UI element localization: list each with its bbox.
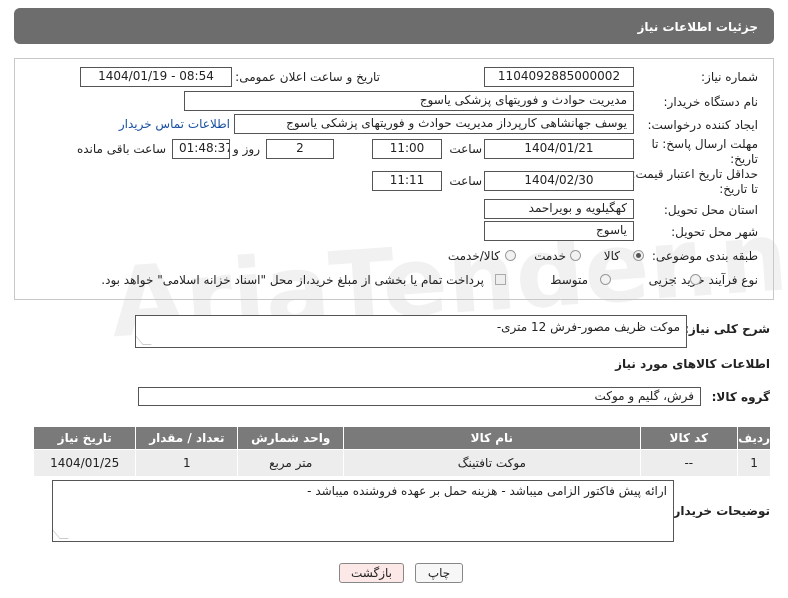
price-validity-time-label: ساعت [449, 174, 482, 188]
price-validity-label: حداقل تاریخ اعتبار قیمت: تا تاریخ: [631, 167, 758, 196]
delivery-city-label: شهر محل تحویل: [671, 225, 758, 239]
column-header-item-code: کد کالا [639, 426, 739, 450]
description-text: موکت ظریف مصور-فرش 12 متری- [496, 320, 680, 334]
table-cell-item-code: -- [639, 449, 739, 477]
table-cell-quantity: 1 [135, 449, 239, 477]
treasury-payment-note: پرداخت تمام یا بخشی از مبلغ خرید،از محل … [101, 273, 484, 287]
category-radio-goods[interactable] [633, 250, 644, 261]
buyer-notes-label: توضیحات خریدار: [668, 504, 770, 518]
requester-label: ایجاد کننده درخواست: [647, 118, 758, 132]
purchase-type-option-minor: جزیی [648, 273, 676, 287]
buyer-notes-textarea[interactable]: ارائه پیش فاکتور الزامی میباشد - هزینه ح… [52, 480, 674, 542]
description-textarea[interactable]: موکت ظریف مصور-فرش 12 متری- [135, 315, 687, 348]
category-radio-service[interactable] [570, 250, 581, 261]
category-option-goods-service: کالا/خدمت [447, 249, 500, 263]
reply-deadline-time-label: ساعت [449, 142, 482, 156]
price-validity-time-field[interactable]: 11:11 [372, 171, 442, 191]
page-title: جزئیات اطلاعات نیاز [637, 20, 758, 34]
reply-deadline-date-field[interactable]: 1404/01/21 [484, 139, 634, 159]
remaining-days-field[interactable]: 2 [266, 139, 334, 159]
resize-grip-icon[interactable] [136, 336, 152, 345]
purchase-type-label: نوع فرآیند خرید : [673, 273, 758, 287]
price-validity-date-field[interactable]: 1404/02/30 [484, 171, 634, 191]
goods-group-field[interactable]: فرش، گلیم و موکت [138, 387, 701, 406]
requester-field[interactable]: یوسف جهانشاهی کارپرداز مدیریت حوادث و فو… [234, 114, 634, 134]
treasury-payment-checkbox[interactable] [495, 274, 506, 285]
table-cell-row-number: 1 [737, 449, 771, 477]
reply-deadline-label: مهلت ارسال پاسخ: تا تاریخ: [651, 137, 758, 166]
days-label: روز و [233, 142, 260, 156]
goods-group-label: گروه کالا: [711, 390, 770, 404]
back-button[interactable]: بازگشت [339, 563, 404, 583]
column-header-unit: واحد شمارش [237, 426, 345, 450]
purchase-type-radio-medium[interactable] [600, 274, 611, 285]
resize-grip-icon[interactable] [53, 530, 69, 539]
column-header-quantity: تعداد / مقدار [135, 426, 239, 450]
table-row: 1 -- موکت تافتینگ متر مربع 1 1404/01/25 [32, 449, 771, 477]
buyer-notes-text: ارائه پیش فاکتور الزامی میباشد - هزینه ح… [307, 484, 667, 498]
goods-section-title: اطلاعات کالاهای مورد نیاز [615, 357, 770, 371]
print-button[interactable]: چاپ [415, 563, 463, 583]
category-option-goods: کالا [603, 249, 620, 263]
buyer-org-field[interactable]: مدیریت حوادث و فوریتهای پزشکی یاسوج [184, 91, 634, 111]
purchase-type-option-medium: متوسط [550, 273, 588, 287]
announce-datetime-field[interactable]: 1404/01/19 - 08:54 [80, 67, 232, 87]
column-header-item-name: نام کالا [343, 426, 641, 450]
buyer-org-label: نام دستگاه خریدار: [663, 95, 759, 109]
delivery-province-label: استان محل تحویل: [663, 203, 758, 217]
need-number-label: شماره نیاز: [701, 70, 758, 84]
remaining-time-label: ساعت باقی مانده [76, 142, 166, 156]
announce-datetime-label: تاریخ و ساعت اعلان عمومی: [235, 70, 380, 84]
table-cell-unit: متر مربع [237, 449, 345, 477]
goods-table: ردیف کد کالا نام کالا واحد شمارش تعداد /… [32, 426, 771, 477]
column-header-row-number: ردیف [737, 426, 771, 450]
description-label: شرح کلی نیاز: [684, 322, 770, 336]
reply-deadline-time-field[interactable]: 11:00 [372, 139, 442, 159]
category-radio-goods-service[interactable] [505, 250, 516, 261]
column-header-need-date: تاریخ نیاز [32, 426, 137, 450]
delivery-city-field[interactable]: یاسوج [484, 221, 634, 241]
category-label: طبقه بندی موضوعی: [651, 249, 758, 263]
category-option-service: خدمت [534, 249, 566, 263]
buyer-contact-link[interactable]: اطلاعات تماس خریدار [119, 117, 230, 131]
delivery-province-field[interactable]: کهگیلویه و بویراحمد [484, 199, 634, 219]
page-header: جزئیات اطلاعات نیاز [14, 8, 774, 44]
table-cell-item-name: موکت تافتینگ [343, 449, 641, 477]
table-cell-need-date: 1404/01/25 [32, 449, 137, 477]
remaining-time-field[interactable]: 01:48:37 [172, 139, 230, 159]
purchase-type-radio-minor[interactable] [690, 274, 701, 285]
goods-table-header-row: ردیف کد کالا نام کالا واحد شمارش تعداد /… [32, 426, 771, 450]
need-number-field[interactable]: 1104092885000002 [484, 67, 634, 87]
